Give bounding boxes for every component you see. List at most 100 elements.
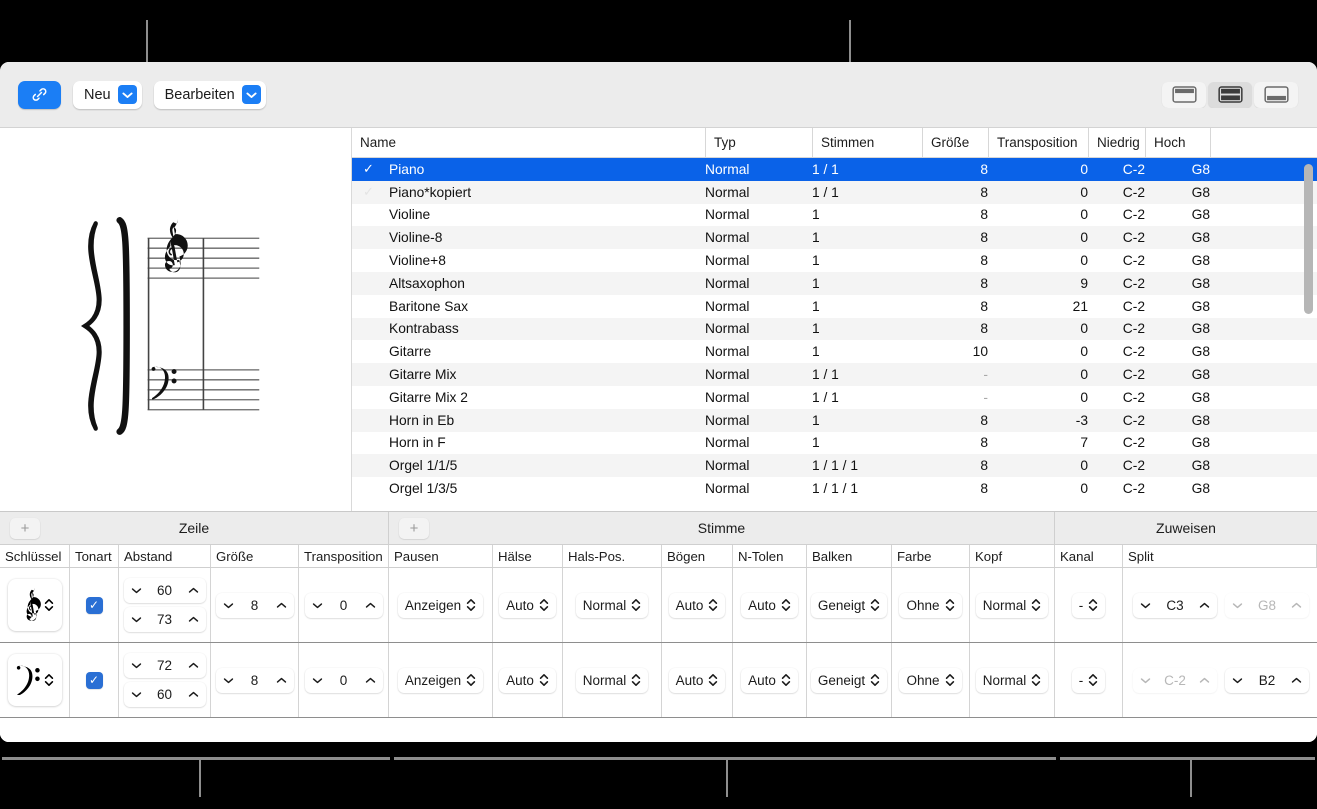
view-mode-segmented-control[interactable] [1161,82,1299,108]
groesse-stepper[interactable]: 8 [216,593,294,618]
kopf-popup[interactable]: Normal [976,593,1049,618]
link-button[interactable] [18,81,61,109]
table-row[interactable]: Baritone SaxNormal1821C-2G8 [352,295,1317,318]
pausen-popup[interactable]: Anzeigen [398,593,483,618]
updown-arrows-icon[interactable] [781,673,791,687]
balken-popup[interactable]: Geneigt [811,668,887,693]
updown-arrows-icon[interactable] [708,598,718,612]
add-zeile-button[interactable]: + [10,518,40,539]
updown-arrows-icon[interactable] [708,673,718,687]
clef-selector[interactable] [8,654,62,706]
split-high-stepper[interactable]: G8 [1225,593,1309,618]
updown-arrows-icon[interactable] [44,673,54,687]
updown-arrows-icon[interactable] [466,598,476,612]
updown-arrows-icon[interactable] [539,673,549,687]
view-bottom-only-button[interactable] [1254,82,1298,108]
table-scrollbar-thumb[interactable] [1304,164,1313,314]
table-row[interactable]: Gitarre MixNormal1 / 1-0C-2G8 [352,363,1317,386]
table-row[interactable]: Orgel 1/1/5Normal1 / 1 / 180C-2G8 [352,454,1317,477]
boegen-popup[interactable]: Auto [669,668,726,693]
updown-arrows-icon[interactable] [945,598,955,612]
transposition-stepper-increment[interactable] [365,677,376,684]
split-low-stepper-decrement[interactable] [1140,602,1151,609]
table-row[interactable]: Gitarre Mix 2Normal1 / 1-0C-2G8 [352,386,1317,409]
table-row[interactable]: Orgel 1/3/5Normal1 / 1 / 180C-2G8 [352,477,1317,500]
n-tolen-popup[interactable]: Auto [741,593,798,618]
table-body[interactable]: ✓PianoNormal1 / 180C-2G8✓Piano*kopiertNo… [352,158,1317,511]
boegen-popup[interactable]: Auto [669,593,726,618]
abstand-top-stepper-decrement[interactable] [131,587,142,594]
abstand-top-stepper-increment[interactable] [188,662,199,669]
updown-arrows-icon[interactable] [1088,598,1098,612]
split-low-stepper-decrement[interactable] [1140,677,1151,684]
groesse-stepper-decrement[interactable] [223,677,234,684]
chevron-down-icon[interactable] [242,85,261,104]
hals-pos-popup[interactable]: Normal [576,668,649,693]
updown-arrows-icon[interactable] [870,673,880,687]
tonart-checkbox[interactable]: ✓ [86,672,103,689]
kanal-popup[interactable]: - [1072,668,1106,693]
edit-button[interactable]: Bearbeiten [154,81,266,109]
updown-arrows-icon[interactable] [870,598,880,612]
abstand-bottom-stepper[interactable]: 60 [124,682,206,707]
updown-arrows-icon[interactable] [945,673,955,687]
add-stimme-button[interactable]: + [399,518,429,539]
groesse-stepper[interactable]: 8 [216,668,294,693]
abstand-bottom-stepper-decrement[interactable] [131,616,142,623]
split-low-stepper-increment[interactable] [1199,677,1210,684]
split-high-stepper-increment[interactable] [1291,677,1302,684]
table-row[interactable]: GitarreNormal1100C-2G8 [352,340,1317,363]
transposition-stepper-increment[interactable] [365,602,376,609]
split-low-stepper[interactable]: C-2 [1133,668,1217,693]
abstand-top-stepper[interactable]: 60 [124,578,206,603]
table-row[interactable]: Violine+8Normal180C-2G8 [352,249,1317,272]
pausen-popup[interactable]: Anzeigen [398,668,483,693]
abstand-top-stepper[interactable]: 72 [124,653,206,678]
abstand-bottom-stepper-increment[interactable] [188,691,199,698]
column-header-hoch[interactable]: Hoch [1145,128,1210,157]
updown-arrows-icon[interactable] [539,598,549,612]
transposition-stepper-decrement[interactable] [312,677,323,684]
split-high-stepper-decrement[interactable] [1232,677,1243,684]
updown-arrows-icon[interactable] [1088,673,1098,687]
table-row[interactable]: Violine-8Normal180C-2G8 [352,226,1317,249]
abstand-bottom-stepper-decrement[interactable] [131,691,142,698]
haelse-popup[interactable]: Auto [499,593,556,618]
updown-arrows-icon[interactable] [1031,598,1041,612]
updown-arrows-icon[interactable] [631,673,641,687]
split-low-stepper-increment[interactable] [1199,602,1210,609]
balken-popup[interactable]: Geneigt [811,593,887,618]
abstand-top-stepper-decrement[interactable] [131,662,142,669]
table-scrollbar[interactable] [1304,164,1313,501]
transposition-stepper[interactable]: 0 [305,593,383,618]
updown-arrows-icon[interactable] [781,598,791,612]
updown-arrows-icon[interactable] [631,598,641,612]
new-button[interactable]: Neu [73,81,142,109]
column-header-name[interactable]: Name [352,128,705,157]
updown-arrows-icon[interactable] [44,598,54,612]
chevron-down-icon[interactable] [118,85,137,104]
groesse-stepper-decrement[interactable] [223,602,234,609]
transposition-stepper-decrement[interactable] [312,602,323,609]
abstand-bottom-stepper-increment[interactable] [188,616,199,623]
clef-selector[interactable] [8,579,62,631]
tonart-checkbox[interactable]: ✓ [86,597,103,614]
farbe-popup[interactable]: Ohne [899,668,961,693]
updown-arrows-icon[interactable] [1031,673,1041,687]
column-header-transposition[interactable]: Transposition [988,128,1088,157]
n-tolen-popup[interactable]: Auto [741,668,798,693]
transposition-stepper[interactable]: 0 [305,668,383,693]
updown-arrows-icon[interactable] [466,673,476,687]
view-top-only-button[interactable] [1162,82,1206,108]
groesse-stepper-increment[interactable] [276,602,287,609]
column-header-stimmen[interactable]: Stimmen [812,128,922,157]
table-row[interactable]: ✓Piano*kopiertNormal1 / 180C-2G8 [352,181,1317,204]
split-low-stepper[interactable]: C3 [1133,593,1217,618]
column-header-groesse[interactable]: Größe [922,128,988,157]
column-header-niedrig[interactable]: Niedrig [1088,128,1145,157]
table-row[interactable]: ViolineNormal180C-2G8 [352,204,1317,227]
kanal-popup[interactable]: - [1072,593,1106,618]
kopf-popup[interactable]: Normal [976,668,1049,693]
abstand-top-stepper-increment[interactable] [188,587,199,594]
column-header-typ[interactable]: Typ [705,128,812,157]
